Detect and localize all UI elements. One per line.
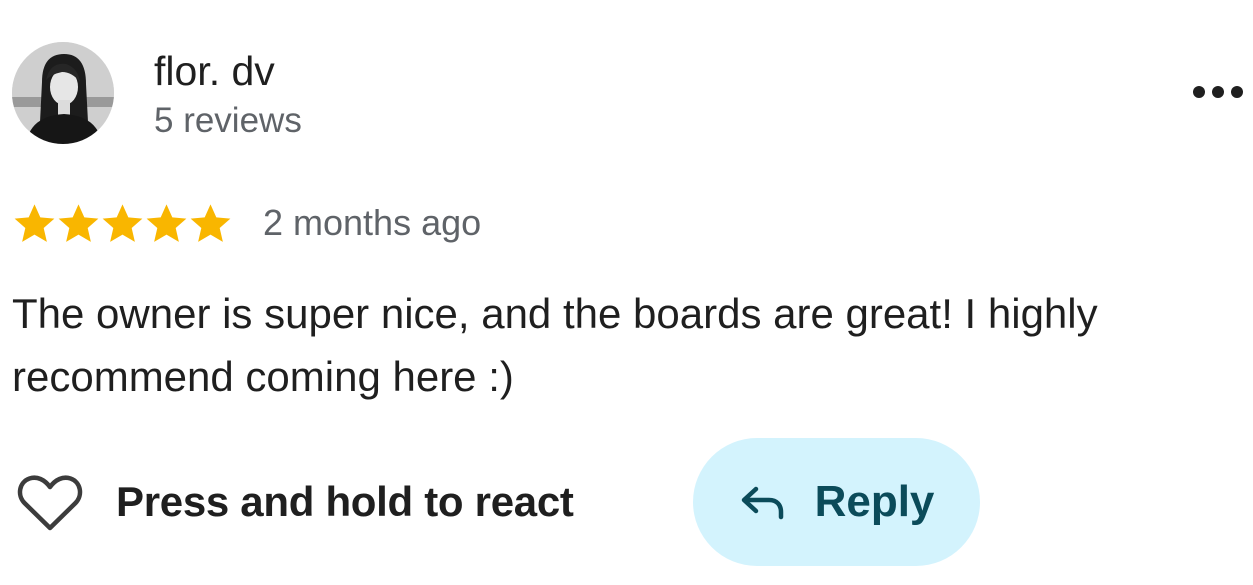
review-card: flor. dv 5 reviews 2 months ago The owne… — [0, 0, 1253, 585]
profile-photo — [12, 42, 114, 144]
star-icon — [190, 203, 231, 242]
reply-label: Reply — [814, 477, 935, 526]
star-rating — [12, 200, 232, 246]
review-count: 5 reviews — [154, 101, 302, 140]
heart-outline-icon — [17, 475, 83, 531]
more-options-button[interactable] — [1188, 72, 1248, 112]
author-name[interactable]: flor. dv — [154, 47, 275, 95]
star-icon — [146, 203, 187, 242]
star-icon — [14, 203, 55, 242]
reply-arrow-icon — [741, 486, 783, 520]
star-icon — [102, 203, 143, 242]
review-text: The owner is super nice, and the boards … — [12, 290, 1098, 400]
more-horizontal-icon — [1193, 86, 1243, 98]
react-button[interactable]: Press and hold to react — [16, 470, 574, 534]
review-date: 2 months ago — [263, 202, 482, 243]
react-label: Press and hold to react — [116, 478, 574, 525]
reply-button[interactable]: Reply — [693, 438, 980, 566]
avatar[interactable] — [12, 42, 114, 144]
star-icon — [58, 203, 99, 242]
